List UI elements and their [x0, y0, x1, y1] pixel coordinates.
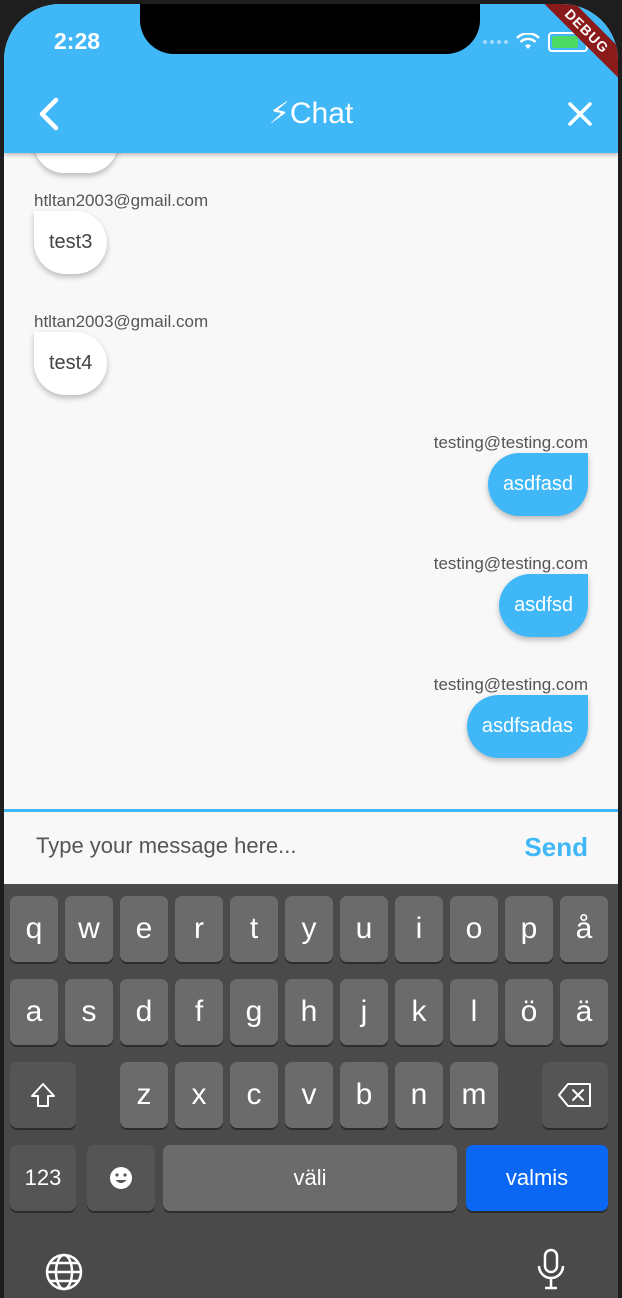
- globe-icon[interactable]: [44, 1252, 84, 1292]
- key-k[interactable]: k: [395, 979, 443, 1045]
- phone-screen: 2:28 DEBUG ⚡Chat htltan2003@gmail.com te…: [4, 4, 618, 1298]
- page-title: ⚡Chat: [268, 97, 354, 130]
- key-o[interactable]: o: [450, 896, 498, 962]
- key-v[interactable]: v: [285, 1062, 333, 1128]
- return-key[interactable]: valmis: [466, 1145, 608, 1211]
- key-h[interactable]: h: [285, 979, 333, 1045]
- key-f[interactable]: f: [175, 979, 223, 1045]
- keyboard: q w e r t y u i o p å a s d f g h j k l …: [4, 884, 618, 1298]
- key-s[interactable]: s: [65, 979, 113, 1045]
- emoji-key[interactable]: [87, 1145, 155, 1211]
- message-input[interactable]: [34, 832, 478, 860]
- message-bubble: asdfasd: [487, 453, 588, 516]
- message-item: testing@testing.com asdfsadas: [434, 675, 588, 758]
- message-bubble: [34, 153, 118, 173]
- shift-key[interactable]: [10, 1062, 76, 1128]
- signal-icon: [483, 40, 508, 44]
- status-icons: [483, 32, 588, 52]
- send-button[interactable]: Send: [524, 832, 588, 863]
- composer: Send: [4, 812, 618, 884]
- key-d[interactable]: d: [120, 979, 168, 1045]
- key-a-umlaut[interactable]: ä: [560, 979, 608, 1045]
- message-bubble: test3: [34, 211, 108, 274]
- message-bubble: asdfsadas: [466, 695, 588, 758]
- key-i[interactable]: i: [395, 896, 443, 962]
- microphone-icon[interactable]: [536, 1248, 566, 1292]
- message-sender: testing@testing.com: [433, 675, 588, 694]
- close-icon[interactable]: [564, 98, 596, 130]
- key-l[interactable]: l: [450, 979, 498, 1045]
- key-t[interactable]: t: [230, 896, 278, 962]
- message-item: testing@testing.com asdfsd: [434, 554, 588, 637]
- key-r[interactable]: r: [175, 896, 223, 962]
- backspace-icon: [558, 1083, 591, 1107]
- key-z[interactable]: z: [120, 1062, 168, 1128]
- message-sender: htltan2003@gmail.com: [34, 191, 209, 210]
- key-a-ring[interactable]: å: [560, 896, 608, 962]
- shift-icon: [31, 1083, 55, 1107]
- key-c[interactable]: c: [230, 1062, 278, 1128]
- message-bubble: test4: [34, 332, 108, 395]
- key-u[interactable]: u: [340, 896, 388, 962]
- message-list[interactable]: htltan2003@gmail.com test3 htltan2003@gm…: [4, 153, 618, 810]
- message-item: htltan2003@gmail.com test3: [34, 191, 208, 274]
- key-o-umlaut[interactable]: ö: [505, 979, 553, 1045]
- key-x[interactable]: x: [175, 1062, 223, 1128]
- key-m[interactable]: m: [450, 1062, 498, 1128]
- message-bubble: asdfsd: [499, 574, 588, 637]
- message-sender: testing@testing.com: [433, 433, 588, 452]
- key-n[interactable]: n: [395, 1062, 443, 1128]
- key-q[interactable]: q: [10, 896, 58, 962]
- message-sender: htltan2003@gmail.com: [34, 312, 209, 331]
- key-a[interactable]: a: [10, 979, 58, 1045]
- key-e[interactable]: e: [120, 896, 168, 962]
- message-sender: testing@testing.com: [433, 554, 588, 573]
- key-g[interactable]: g: [230, 979, 278, 1045]
- message-item: [34, 153, 118, 178]
- key-w[interactable]: w: [65, 896, 113, 962]
- notch: [140, 4, 480, 54]
- wifi-icon: [516, 33, 540, 49]
- key-p[interactable]: p: [505, 896, 553, 962]
- key-y[interactable]: y: [285, 896, 333, 962]
- status-time: 2:28: [54, 28, 101, 54]
- message-item: testing@testing.com asdfasd: [434, 433, 588, 516]
- emoji-icon: [110, 1167, 132, 1189]
- space-key[interactable]: väli: [163, 1145, 457, 1211]
- numbers-key[interactable]: 123: [10, 1145, 76, 1211]
- key-j[interactable]: j: [340, 979, 388, 1045]
- message-item: htltan2003@gmail.com test4: [34, 312, 208, 395]
- key-b[interactable]: b: [340, 1062, 388, 1128]
- backspace-key[interactable]: [542, 1062, 608, 1128]
